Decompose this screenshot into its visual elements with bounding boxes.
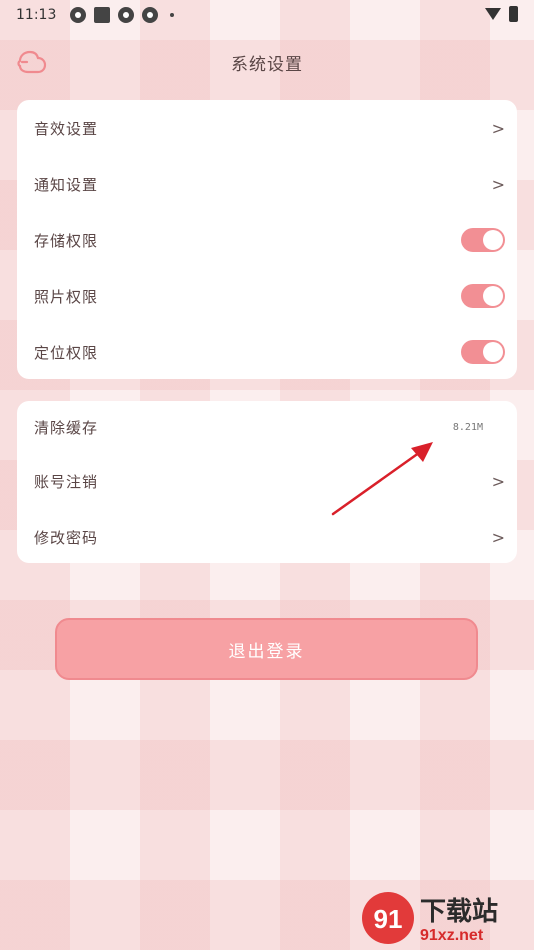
row-label: 定位权限 [34, 343, 99, 362]
watermark-logo: 91 [362, 892, 414, 944]
status-notification-icons [70, 7, 175, 23]
page-title: 系统设置 [231, 54, 303, 75]
dot-icon [170, 13, 175, 17]
row-label: 修改密码 [34, 528, 99, 547]
watermark-text: 下载站 91xz.net [420, 898, 498, 946]
watermark-logo-text: 91 [374, 904, 403, 934]
settings-card-permissions: 音效设置 > 通知设置 > 存储权限 照片权限 定位权限 [17, 100, 517, 379]
row-label: 账号注销 [34, 472, 99, 491]
row-location-permission: 定位权限 [17, 324, 517, 380]
app-icon [118, 7, 135, 23]
status-system-icons [485, 6, 518, 22]
row-label: 音效设置 [34, 119, 99, 138]
toggle-knob [483, 286, 503, 306]
cache-size-value: 8.21M [452, 421, 483, 433]
row-sound-settings[interactable]: 音效设置 > [17, 100, 517, 156]
toggle-knob [483, 342, 503, 362]
row-label: 清除缓存 [34, 418, 99, 437]
square-icon [94, 7, 111, 23]
status-time: 11:13 [16, 7, 57, 23]
watermark-main-text: 下载站 [420, 897, 499, 927]
row-label: 通知设置 [34, 175, 99, 194]
toggle-knob [483, 230, 503, 250]
header: 系统设置 [0, 40, 534, 84]
row-notification-settings[interactable]: 通知设置 > [17, 156, 517, 212]
row-photo-permission: 照片权限 [17, 268, 517, 324]
chevron-right-icon: > [491, 118, 505, 138]
location-permission-toggle[interactable] [461, 340, 505, 364]
wifi-icon [485, 8, 501, 20]
row-label: 存储权限 [34, 231, 99, 250]
battery-icon [509, 6, 518, 22]
app-icon [142, 7, 159, 23]
status-bar: 11:13 [0, 0, 534, 30]
logout-button[interactable]: 退出登录 [55, 618, 478, 680]
back-cloud-icon[interactable] [16, 48, 48, 76]
chevron-right-icon: > [491, 527, 505, 547]
watermark: 91 下载站 91xz.net [358, 890, 528, 946]
app-icon [70, 7, 87, 23]
annotation-arrow-icon [331, 442, 433, 516]
chevron-right-icon: > [491, 174, 505, 194]
photo-permission-toggle[interactable] [461, 284, 505, 308]
chevron-right-icon: > [491, 471, 505, 491]
row-storage-permission: 存储权限 [17, 212, 517, 268]
row-label: 照片权限 [34, 287, 99, 306]
storage-permission-toggle[interactable] [461, 228, 505, 252]
watermark-sub-text: 91xz.net [420, 927, 484, 944]
